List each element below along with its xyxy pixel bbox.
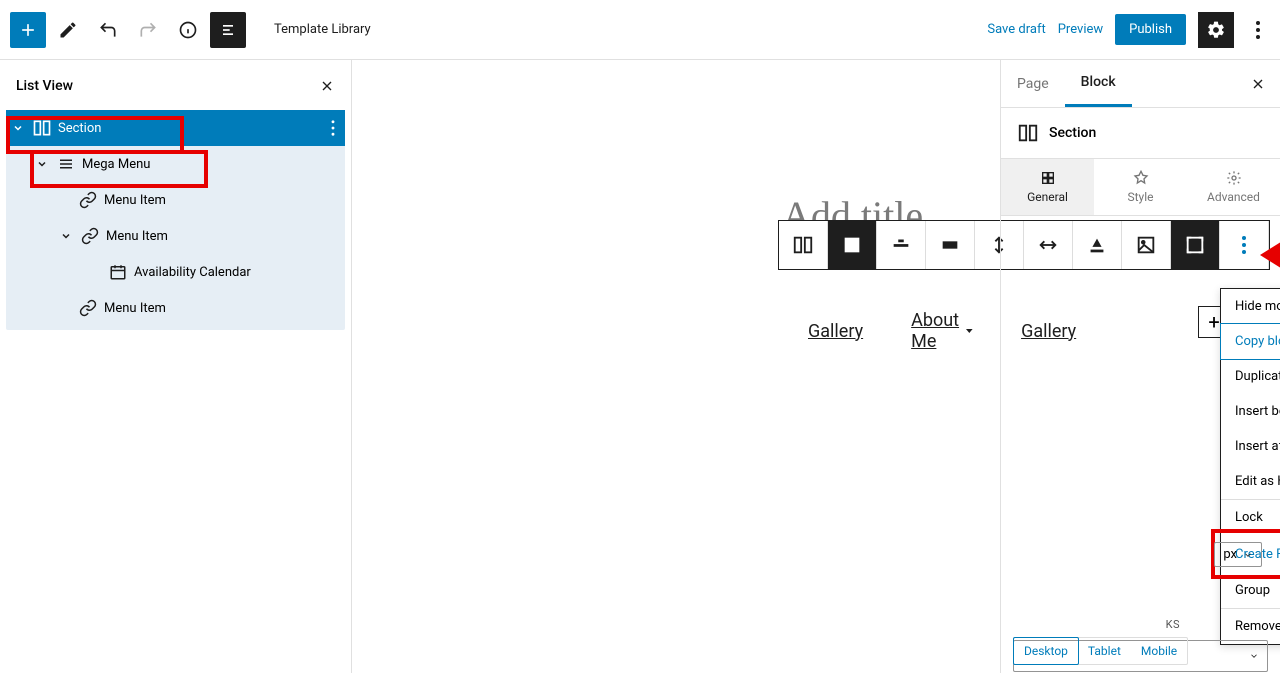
subtab-general[interactable]: General <box>1001 159 1094 215</box>
list-item-mega-menu[interactable]: Mega Menu <box>6 146 345 182</box>
section-icon <box>30 118 54 138</box>
section-icon <box>1017 122 1039 144</box>
subtab-style[interactable]: Style <box>1094 159 1187 215</box>
undo-button[interactable] <box>90 12 126 48</box>
nav-link[interactable]: Gallery <box>808 321 863 342</box>
chevron-down-icon <box>1243 550 1253 560</box>
caret-down-icon <box>966 326 973 336</box>
list-item-label: Availability Calendar <box>134 265 251 280</box>
calendar-icon <box>106 263 130 281</box>
list-item-menu-item[interactable]: Menu Item <box>6 218 345 254</box>
sidebar-tabs: Page Block <box>1001 60 1280 108</box>
publish-button[interactable]: Publish <box>1115 14 1186 45</box>
edit-tool-button[interactable] <box>50 12 86 48</box>
align-full-button[interactable] <box>828 221 877 269</box>
close-list-view-button[interactable] <box>319 78 335 94</box>
list-view-title: List View <box>16 78 73 94</box>
editor-topbar: Template Library Save draft Preview Publ… <box>0 0 1280 60</box>
topbar-left-tools: Template Library <box>10 12 371 48</box>
device-tab-mobile[interactable]: Mobile <box>1131 638 1187 664</box>
block-name-label: Section <box>1049 125 1096 141</box>
list-item-label: Section <box>58 121 101 136</box>
list-view-tree: Section Mega Menu Menu Item <box>6 110 345 330</box>
more-options-button[interactable] <box>1246 12 1270 48</box>
save-draft-button[interactable]: Save draft <box>987 22 1045 37</box>
list-item-menu-item[interactable]: Menu Item <box>6 290 345 326</box>
info-button[interactable] <box>170 12 206 48</box>
listview-toggle-button[interactable] <box>210 12 246 48</box>
subtab-label: Style <box>1127 190 1153 204</box>
link-icon <box>78 227 102 245</box>
advanced-icon <box>1226 170 1242 186</box>
list-item-label: Menu Item <box>104 301 166 316</box>
style-icon <box>1133 170 1149 186</box>
link-icon <box>76 299 100 317</box>
tab-block[interactable]: Block <box>1065 60 1132 107</box>
add-block-button[interactable] <box>10 12 46 48</box>
list-item-menu-item[interactable]: Menu Item <box>6 182 345 218</box>
chevron-down-icon <box>1249 651 1259 661</box>
sidebar-subtabs: General Style Advanced <box>1001 158 1280 216</box>
unit-select[interactable]: px <box>1214 542 1262 567</box>
align-center-button[interactable] <box>877 221 926 269</box>
subtab-label: General <box>1027 190 1068 204</box>
sidebar-block-title: Section <box>1001 108 1280 158</box>
editor-canvas: Add title <box>352 60 1000 673</box>
list-item-label: Menu Item <box>104 193 166 208</box>
list-item-more-button[interactable] <box>321 120 345 136</box>
align-wide-button[interactable] <box>926 221 975 269</box>
chevron-down-icon[interactable] <box>54 230 78 242</box>
redo-button[interactable] <box>130 12 166 48</box>
list-view-panel: List View Section <box>0 60 352 673</box>
list-item-label: Mega Menu <box>82 157 150 172</box>
close-sidebar-button[interactable] <box>1236 76 1280 92</box>
link-icon <box>76 191 100 209</box>
list-view-header: List View <box>0 68 351 104</box>
device-tabs: Desktop Tablet Mobile <box>1013 629 1188 665</box>
block-type-button[interactable] <box>779 221 828 269</box>
tab-page[interactable]: Page <box>1001 60 1065 107</box>
menu-icon <box>54 155 78 173</box>
preview-button[interactable]: Preview <box>1058 22 1103 37</box>
list-item-section[interactable]: Section <box>6 110 345 146</box>
general-icon <box>1040 170 1056 186</box>
chevron-down-icon[interactable] <box>30 158 54 170</box>
list-item-availability-calendar[interactable]: Availability Calendar <box>6 254 345 290</box>
device-tab-desktop[interactable]: Desktop <box>1013 637 1079 665</box>
unit-label: px <box>1223 547 1237 562</box>
device-tab-tablet[interactable]: Tablet <box>1078 638 1131 664</box>
nav-link-dropdown[interactable]: About Me <box>911 310 973 352</box>
subtab-label: Advanced <box>1207 190 1260 204</box>
subtab-advanced[interactable]: Advanced <box>1187 159 1280 215</box>
list-item-label: Menu Item <box>106 229 168 244</box>
chevron-down-icon[interactable] <box>6 122 30 134</box>
topbar-right-actions: Save draft Preview Publish <box>987 12 1270 48</box>
settings-button[interactable] <box>1198 12 1234 48</box>
settings-sidebar: Page Block Section General Style Adv <box>1000 60 1280 673</box>
nav-link-label: About Me <box>911 310 962 352</box>
template-library-link[interactable]: Template Library <box>274 22 371 37</box>
